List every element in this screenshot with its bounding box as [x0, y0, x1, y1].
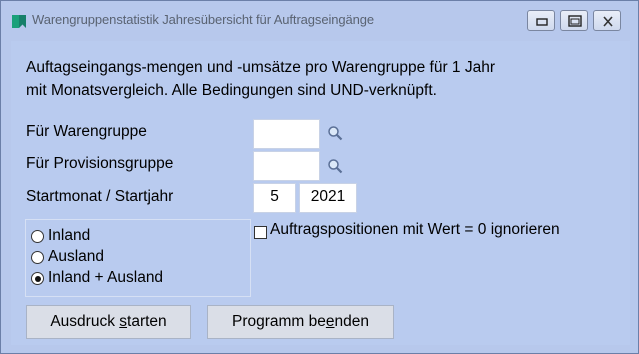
minimize-button[interactable]	[527, 10, 555, 31]
maximize-icon	[568, 15, 582, 27]
radio-dot	[34, 275, 41, 282]
maximize-button[interactable]	[560, 10, 588, 31]
exit-button[interactable]: Programm beenden	[207, 305, 394, 339]
dialog-body: Auftagseingangs-mengen und -umsätze pro …	[11, 41, 630, 345]
print-button[interactable]: Ausdruck starten	[26, 305, 191, 339]
window-title: Warengruppenstatistik Jahresübersicht fü…	[32, 12, 375, 27]
magnifier-icon[interactable]	[327, 125, 343, 141]
warengruppe-label: Für Warengruppe	[26, 123, 147, 140]
radio-circle[interactable]	[31, 251, 44, 264]
close-button[interactable]	[593, 10, 621, 31]
provisionsgruppe-input[interactable]	[253, 151, 320, 181]
minimize-icon	[536, 18, 548, 26]
magnifier-icon[interactable]	[327, 158, 343, 174]
print-button-label: Ausdruck	[50, 313, 120, 330]
radio-circle[interactable]	[31, 230, 44, 243]
startmonat-label: Startmonat / Startjahr	[26, 188, 174, 205]
radio-circle-selected[interactable]	[31, 272, 44, 285]
radio-label: Ausland	[48, 248, 105, 265]
description-line-1: Auftagseingangs-mengen und -umsätze pro …	[26, 59, 496, 76]
ignore-zero-checkbox[interactable]	[254, 226, 267, 239]
exit-button-mnemonic: e	[325, 313, 335, 330]
ignore-zero-label: Auftragspositionen mit Wert = 0 ignorier…	[270, 221, 560, 238]
startjahr-input[interactable]: 2021	[299, 183, 357, 213]
exit-button-label-end: nden	[334, 313, 369, 330]
radio-label: Inland	[48, 227, 91, 244]
exit-button-label: Programm be	[231, 313, 326, 330]
print-button-label-end: tarten	[127, 313, 167, 330]
description-line-2: mit Monatsvergleich. Alle Bedingungen si…	[26, 82, 437, 99]
radio-label: Inland + Ausland	[48, 269, 164, 286]
warengruppe-input[interactable]	[253, 119, 320, 149]
title-bar[interactable]: Warengruppenstatistik Jahresübersicht fü…	[1, 1, 638, 41]
startmonat-input[interactable]: 5	[253, 183, 296, 213]
provisionsgruppe-label: Für Provisionsgruppe	[26, 155, 174, 172]
print-button-mnemonic: s	[119, 313, 128, 330]
app-window: Warengruppenstatistik Jahresübersicht fü…	[0, 0, 639, 354]
region-radio-group: Inland Ausland Inland + Ausland	[25, 219, 251, 297]
close-icon	[603, 16, 613, 27]
bookmark-icon	[12, 15, 26, 28]
